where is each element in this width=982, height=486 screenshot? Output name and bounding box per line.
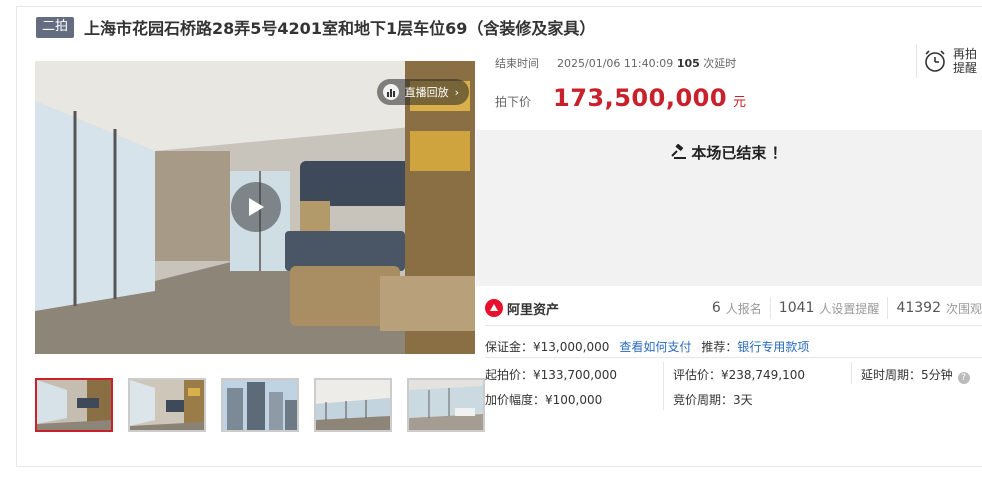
bid-period: 竞价周期：3天 bbox=[673, 393, 753, 407]
start-price: 起拍价：¥133,700,000 bbox=[485, 368, 617, 382]
chevron-right-icon: › bbox=[454, 85, 459, 99]
deposit-amount: 保证金：¥13,000,000 bbox=[485, 340, 610, 354]
divider bbox=[485, 325, 982, 326]
alarm-clock-icon bbox=[925, 50, 945, 72]
reminder-label: 再拍提醒 bbox=[953, 47, 978, 75]
appraisal-price: 评估价：¥238,749,100 bbox=[673, 368, 805, 382]
view-count-label: 次围观 bbox=[945, 301, 982, 316]
gavel-icon bbox=[671, 143, 687, 159]
view-count: 41392 bbox=[896, 300, 941, 316]
final-price-value: 173,500,000 bbox=[553, 84, 728, 112]
thumbnail-4[interactable] bbox=[314, 378, 392, 432]
help-icon[interactable]: ? bbox=[957, 372, 970, 384]
delay-period-text: 延时周期：5分钟 bbox=[861, 368, 953, 382]
round-badge: 二拍 bbox=[36, 16, 75, 38]
signup-count: 6 bbox=[711, 300, 721, 316]
listing-title: 上海市花园石桥路28弄5号4201室和地下1层车位69（含装修及家具） bbox=[84, 19, 596, 38]
auction-ended-message: 本场已结束 ！ bbox=[476, 142, 982, 163]
how-to-pay-link[interactable]: 查看如何支付 bbox=[619, 338, 691, 355]
bar-chart-icon bbox=[382, 84, 399, 100]
ali-assets-logo-text: 阿里资产 bbox=[507, 302, 560, 318]
deposit-row: 保证金：¥13,000,000 查看如何支付 推荐：银行专用款项 bbox=[485, 338, 809, 355]
thumbnail-5[interactable] bbox=[407, 378, 485, 432]
play-icon bbox=[249, 198, 264, 216]
divider bbox=[851, 362, 852, 384]
divider bbox=[663, 362, 664, 410]
thumbnail-strip bbox=[35, 378, 485, 432]
ended-text: 本场已结束 ！ bbox=[691, 144, 787, 162]
end-time-row: 结束时间 2025/01/06 11:40:09 105 次延时 bbox=[495, 55, 736, 71]
bid-increment: 加价幅度：¥100,000 bbox=[485, 393, 603, 407]
signup-label: 人报名 bbox=[725, 301, 762, 316]
recommend-label: 推荐： bbox=[701, 340, 738, 354]
replay-label: 直播回放 bbox=[404, 86, 449, 99]
live-replay-button[interactable]: 直播回放 › bbox=[376, 79, 469, 105]
ali-assets-logo[interactable]: 阿里资产 bbox=[485, 299, 559, 318]
reminder-count: 1041 bbox=[778, 300, 815, 316]
end-time-label: 结束时间 bbox=[495, 57, 539, 70]
final-price-label: 拍下价 bbox=[495, 95, 532, 109]
auction-stats: 6 人报名 1041 人设置提醒 41392 次围观 bbox=[712, 297, 982, 319]
rebid-reminder-button[interactable]: 再拍提醒 bbox=[916, 44, 982, 78]
delay-period: 延时周期：5分钟? bbox=[861, 366, 970, 384]
reminder-count-label: 人设置提醒 bbox=[819, 301, 880, 316]
thumbnail-1[interactable] bbox=[35, 378, 113, 432]
price-unit: 元 bbox=[733, 95, 747, 110]
final-price-row: 拍下价 173,500,000 元 bbox=[495, 84, 746, 112]
delay-count: 105 bbox=[676, 57, 700, 70]
bank-payment-link[interactable]: 银行专用款项 bbox=[737, 340, 809, 354]
play-video-button[interactable] bbox=[231, 182, 281, 232]
main-photo[interactable]: 直播回放 › bbox=[35, 61, 475, 354]
auction-status-panel: 本场已结束 ！ bbox=[476, 130, 982, 286]
title-row: 二拍 上海市花园石桥路28弄5号4201室和地下1层车位69（含装修及家具） bbox=[36, 16, 595, 38]
delay-label: 次延时 bbox=[703, 57, 737, 70]
divider bbox=[485, 357, 982, 358]
thumbnail-2[interactable] bbox=[128, 378, 206, 432]
stats-row: 阿里资产 6 人报名 1041 人设置提醒 41392 次围观 bbox=[485, 296, 982, 320]
ali-assets-logo-icon bbox=[485, 299, 503, 317]
thumbnail-3[interactable] bbox=[221, 378, 299, 432]
end-time-value: 2025/01/06 11:40:09 bbox=[557, 57, 674, 70]
